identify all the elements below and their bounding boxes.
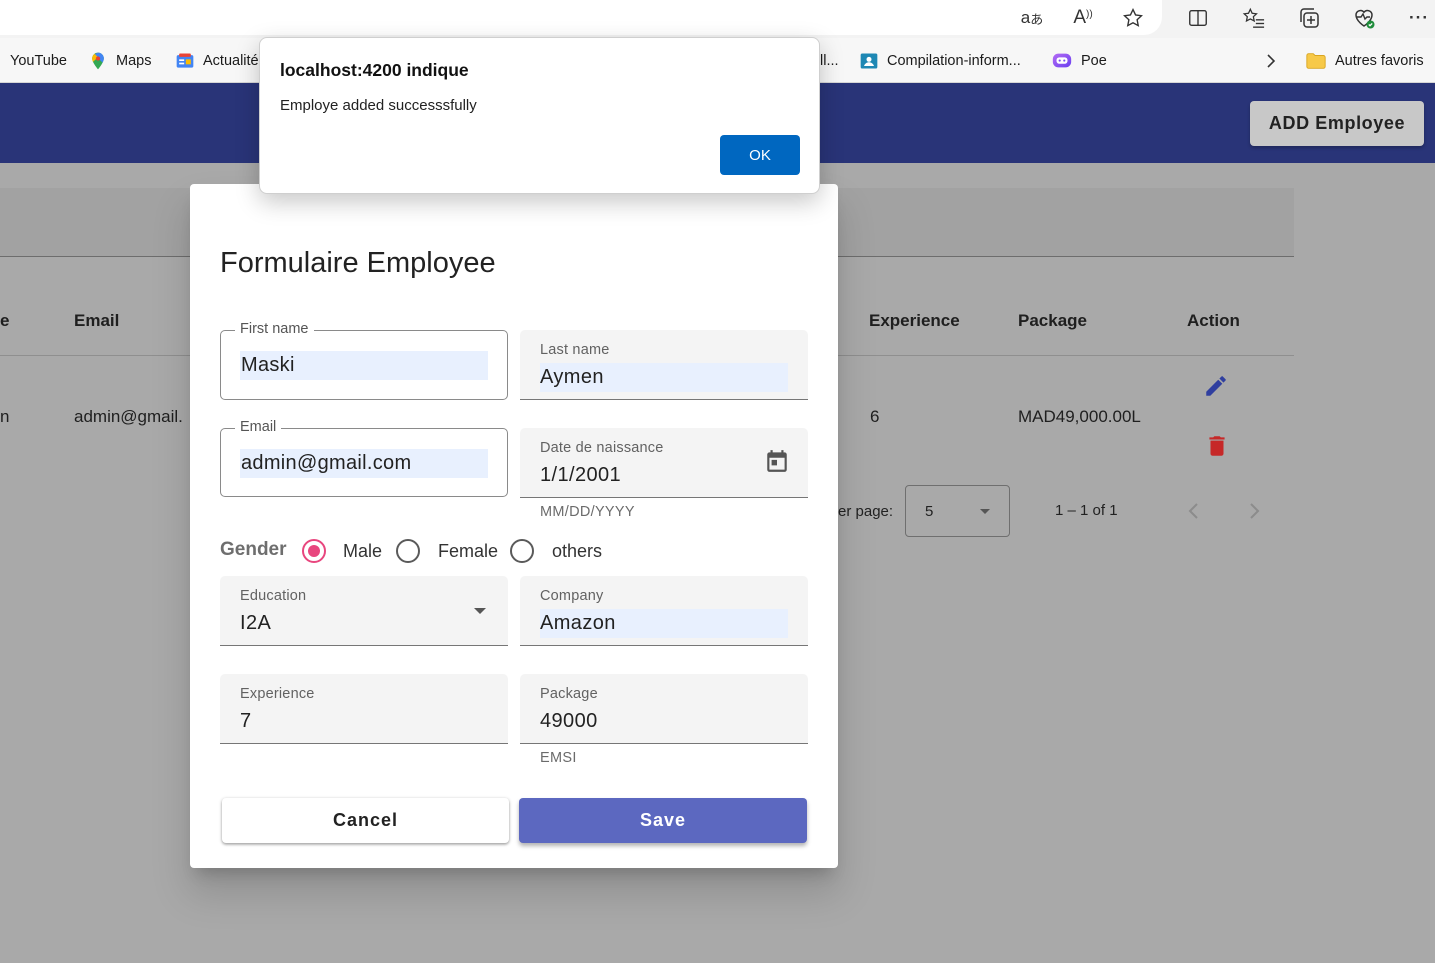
bookmark-youtube[interactable]: YouTube [10,38,67,83]
address-bar[interactable] [0,0,1162,35]
classroom-icon [859,51,879,71]
package-input[interactable]: 49000 [540,707,598,736]
bookmark-label: ll... [820,52,839,69]
bookmark-maps[interactable]: Maps [88,38,151,83]
gender-male-label[interactable]: Male [343,541,382,562]
education-value: I2A [240,612,272,634]
package-hint: EMSI [540,750,577,766]
bookmark-partial[interactable]: ll... [820,38,839,83]
alert-title: localhost:4200 indique [280,60,469,80]
poe-icon [1051,50,1073,72]
maps-pin-icon [88,51,108,71]
page-size-select[interactable]: 5 [905,485,1010,537]
company-label: Company [540,588,604,604]
bookmark-label: Autres favoris [1335,52,1424,69]
email-label: Email [235,419,282,435]
column-header-experience[interactable]: Experience [869,311,960,331]
first-name-field[interactable]: First name Maski [220,321,508,400]
calendar-icon[interactable] [764,448,790,479]
split-screen-icon[interactable] [1184,4,1212,32]
education-label: Education [240,588,307,604]
email-field[interactable]: Email admin@gmail.com [220,419,508,497]
paginator-range: 1 – 1 of 1 [1055,502,1118,519]
bookmark-compilation[interactable]: Compilation-inform... [859,38,1021,83]
education-select[interactable]: Education I2A [220,576,508,646]
last-name-label: Last name [540,342,610,358]
date-of-birth-field[interactable]: Date de naissance 1/1/2001 [520,428,808,498]
employee-form-dialog: Formulaire Employee First name Maski Las… [190,184,838,868]
news-icon [175,51,195,71]
browser-toolbar: aあ A)) ··· [0,0,1435,38]
company-input[interactable]: Amazon [540,609,788,638]
bookmark-other-favorites[interactable]: Autres favoris [1305,38,1424,83]
gender-male-radio[interactable] [302,539,326,563]
next-page-icon[interactable] [1247,500,1261,526]
column-header-package[interactable]: Package [1018,311,1087,331]
browser-alert-dialog: localhost:4200 indique Employe added suc… [259,37,820,194]
dropdown-arrow-icon [978,504,992,523]
favorites-list-icon[interactable] [1240,4,1268,32]
date-format-hint: MM/DD/YYYY [540,504,635,520]
gender-others-radio[interactable] [510,539,534,563]
gender-female-radio[interactable] [396,539,420,563]
translate-icon[interactable]: aあ [1018,4,1046,32]
bookmark-label: Poe [1081,52,1107,69]
bookmark-label: YouTube [10,52,67,69]
package-field[interactable]: Package 49000 [520,674,808,744]
gender-others-label[interactable]: others [552,541,602,562]
first-name-input[interactable]: Maski [240,351,488,380]
column-header-email[interactable]: Email [74,311,119,331]
experience-field[interactable]: Experience 7 [220,674,508,744]
last-name-input[interactable]: Aymen [540,363,788,392]
gender-female-label[interactable]: Female [438,541,498,562]
bookmarks-overflow-chevron-icon[interactable] [1263,38,1279,83]
last-name-field[interactable]: Last name Aymen [520,330,808,400]
company-field[interactable]: Company Amazon [520,576,808,646]
items-per-page-label: er page: [838,503,894,520]
bookmark-actualite[interactable]: Actualité [175,38,259,83]
bookmark-label: Compilation-inform... [887,52,1021,69]
folder-icon [1305,51,1327,71]
table-cell-partial: n [0,407,10,426]
more-options-icon[interactable]: ··· [1405,4,1433,32]
edit-icon[interactable] [1202,372,1230,400]
experience-label: Experience [240,686,315,702]
read-aloud-icon[interactable]: A)) [1069,4,1097,32]
column-header-partial: e [0,311,10,330]
add-employee-button[interactable]: ADD Employee [1250,101,1424,146]
gender-label: Gender [220,539,287,560]
alert-message: Employe added successsfully [280,97,477,114]
table-cell-experience: 6 [870,407,880,426]
date-of-birth-input[interactable]: 1/1/2001 [540,461,621,490]
delete-icon[interactable] [1203,432,1231,460]
favorite-star-icon[interactable] [1119,4,1147,32]
browser-health-icon[interactable] [1350,4,1378,32]
dropdown-arrow-icon [473,604,487,623]
table-cell-email: admin@gmail. [74,407,183,426]
collections-icon[interactable] [1295,4,1323,32]
cancel-button[interactable]: Cancel [222,798,509,843]
bookmark-poe[interactable]: Poe [1051,38,1107,83]
dialog-title: Formulaire Employee [220,247,496,279]
table-cell-package: MAD49,000.00L [1018,407,1141,426]
previous-page-icon[interactable] [1187,500,1201,526]
bookmark-label: Actualité [203,52,259,69]
email-input[interactable]: admin@gmail.com [240,449,488,478]
save-button[interactable]: Save [519,798,807,843]
package-label: Package [540,686,598,702]
column-header-action: Action [1187,311,1240,330]
page-size-value: 5 [925,503,934,520]
bookmark-label: Maps [116,52,152,69]
first-name-label: First name [235,321,314,337]
date-of-birth-label: Date de naissance [540,440,664,456]
alert-ok-button[interactable]: OK [720,135,800,175]
experience-input[interactable]: 7 [240,707,252,736]
